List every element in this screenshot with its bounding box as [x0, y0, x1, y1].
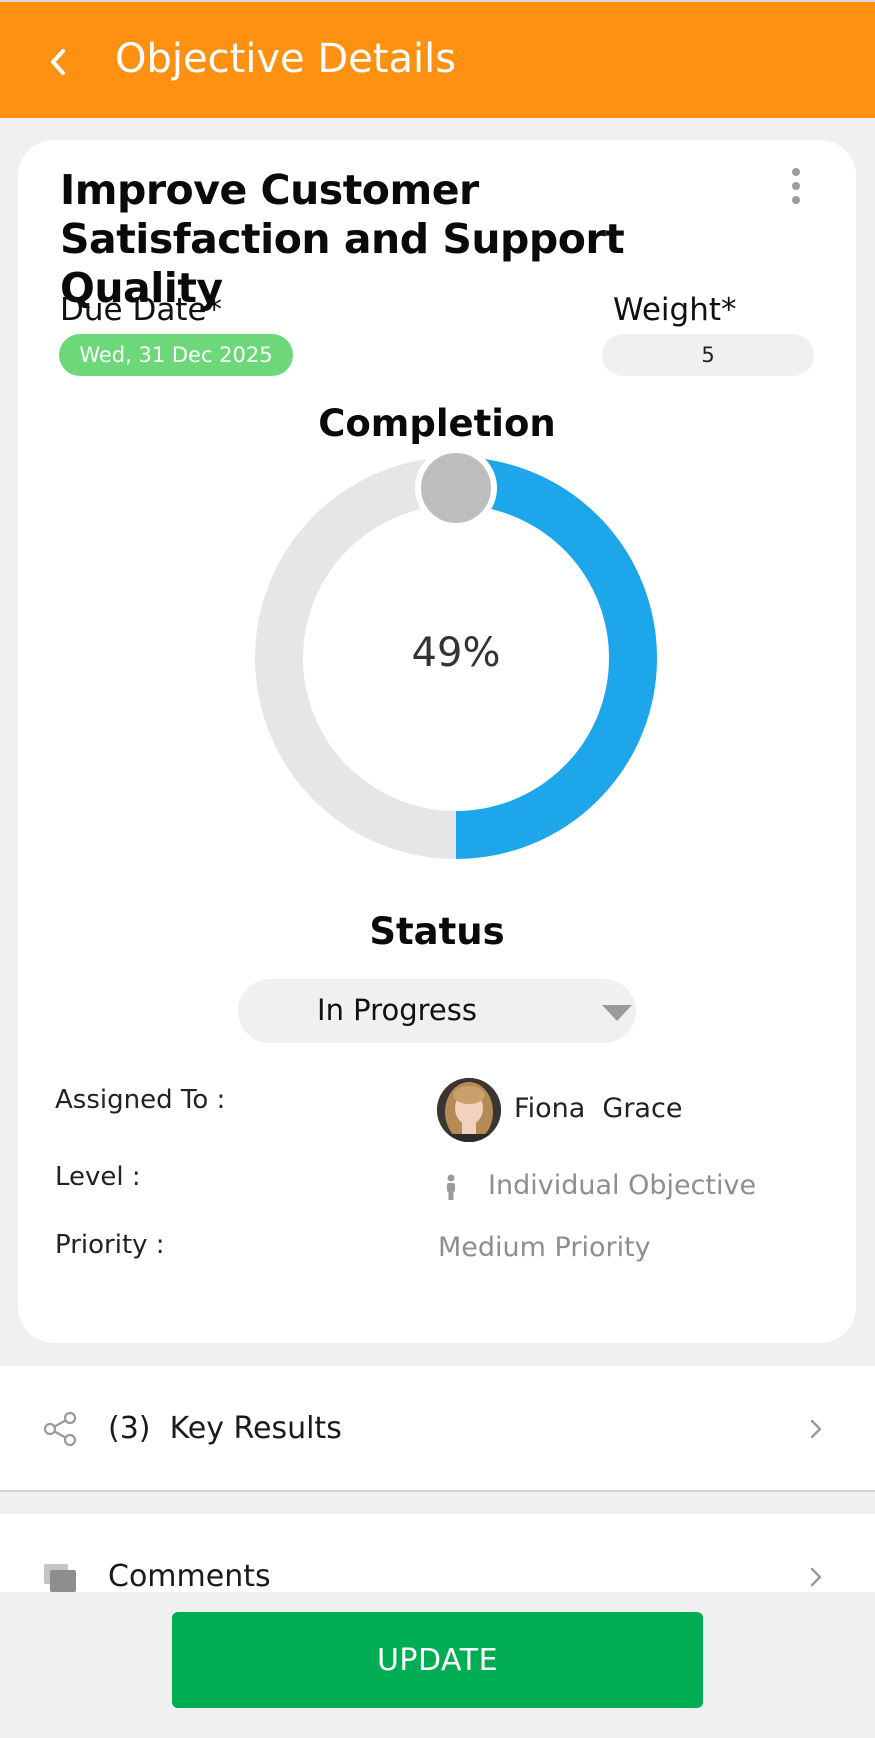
comments-row[interactable]: Comments [0, 1514, 875, 1594]
objective-card: Improve Customer Satisfaction and Suppor… [18, 140, 856, 1343]
assignee-name[interactable]: Fiona Grace [514, 1093, 682, 1124]
assigned-to-label: Assigned To : [55, 1085, 226, 1115]
back-button[interactable] [38, 42, 78, 82]
avatar[interactable] [437, 1078, 501, 1142]
app-bar: Objective Details [0, 0, 875, 118]
more-options-icon[interactable] [778, 164, 814, 208]
chevron-left-icon [51, 49, 65, 75]
comments-label: Comments [108, 1559, 271, 1594]
priority-label: Priority : [55, 1230, 165, 1260]
caret-down-icon [602, 1005, 632, 1021]
priority-value: Medium Priority [438, 1232, 651, 1263]
due-date-field[interactable]: Wed, 31 Dec 2025 [59, 334, 293, 376]
avatar-image [437, 1078, 501, 1142]
status-dropdown[interactable]: In Progress [238, 979, 636, 1043]
key-results-label: (3) Key Results [108, 1411, 342, 1446]
status-value: In Progress [317, 993, 477, 1027]
chevron-right-icon [810, 1567, 822, 1587]
status-label: Status [369, 910, 505, 953]
level-label: Level : [55, 1162, 141, 1192]
key-results-row[interactable]: (3) Key Results [0, 1366, 875, 1492]
donut-drag-handle[interactable] [415, 447, 497, 529]
level-value: Individual Objective [488, 1170, 757, 1201]
person-icon [447, 1174, 455, 1200]
objective-title: Improve Customer Satisfaction and Suppor… [60, 166, 625, 312]
weight-label: Weight* [613, 292, 737, 328]
update-button[interactable]: UPDATE [172, 1612, 703, 1708]
completion-percent: 49% [411, 630, 501, 676]
page-title: Objective Details [115, 36, 457, 82]
weight-field[interactable]: 5 [602, 334, 814, 376]
chevron-right-icon [810, 1419, 822, 1439]
due-date-label: Due Date* [60, 292, 223, 328]
bottom-action-bar: UPDATE [0, 1592, 875, 1738]
share-nodes-icon [43, 1411, 77, 1447]
